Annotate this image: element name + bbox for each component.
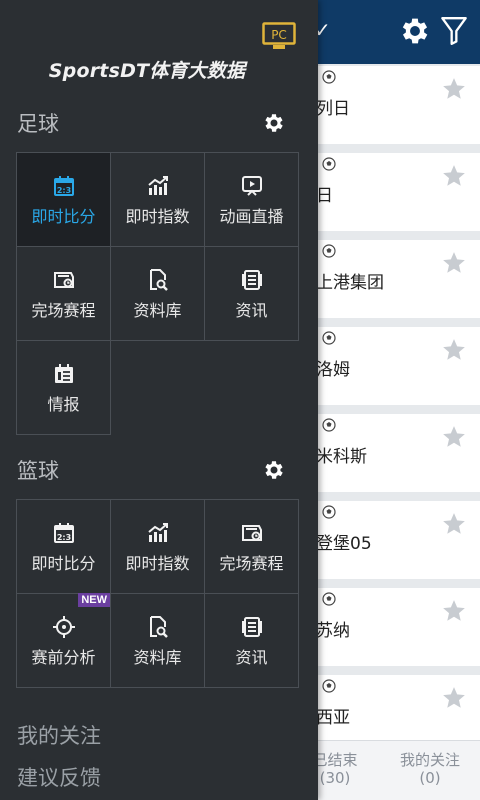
trend-chart-icon bbox=[111, 174, 204, 198]
star-icon[interactable] bbox=[441, 424, 467, 450]
news-icon bbox=[205, 615, 298, 639]
football-menu-item-label: 完场赛程 bbox=[31, 301, 96, 320]
football-menu-item-label: 即时指数 bbox=[125, 207, 190, 226]
football-settings-gear-icon[interactable] bbox=[262, 111, 286, 135]
settings-gear-icon[interactable] bbox=[398, 14, 432, 48]
trend-chart-icon bbox=[111, 521, 204, 545]
intel-icon bbox=[17, 362, 110, 386]
star-icon[interactable] bbox=[441, 598, 467, 624]
navigation-drawer: PC SportsDT体育大数据 足球 2:3 即时比分 即时指数 动画直播 完场赛程资… bbox=[0, 0, 318, 800]
basketball-menu-item-label: 赛前分析 bbox=[31, 648, 96, 667]
star-icon[interactable] bbox=[441, 163, 467, 189]
football-menu-item[interactable]: 即时指数 bbox=[110, 152, 205, 247]
basketball-menu-item[interactable]: 资料库 bbox=[110, 593, 205, 688]
tab-my-follows-count: (0) bbox=[419, 769, 441, 787]
filter-icon[interactable] bbox=[440, 14, 468, 48]
football-section-title: 足球 bbox=[17, 112, 59, 136]
news-icon bbox=[205, 268, 298, 292]
basketball-menu-item-label: 即时指数 bbox=[125, 554, 190, 573]
football-icon bbox=[322, 679, 336, 693]
football-menu-item-label: 情报 bbox=[47, 395, 80, 414]
tab-my-follows[interactable]: 我的关注 (0) bbox=[385, 751, 475, 787]
new-badge: NEW bbox=[78, 593, 110, 607]
basketball-menu-item-label: 完场赛程 bbox=[219, 554, 284, 573]
football-menu-item-label: 动画直播 bbox=[219, 207, 284, 226]
star-icon[interactable] bbox=[441, 685, 467, 711]
basketball-section-title: 篮球 bbox=[17, 459, 59, 483]
team-name: 日 bbox=[316, 186, 333, 206]
svg-text:2:3: 2:3 bbox=[56, 533, 70, 542]
team-name: 苏纳 bbox=[316, 621, 350, 641]
team-name: 登堡05 bbox=[316, 534, 372, 554]
football-menu-item-label: 资料库 bbox=[133, 301, 182, 320]
database-search-icon bbox=[111, 615, 204, 639]
basketball-menu-item[interactable]: 资讯 bbox=[204, 593, 299, 688]
basketball-settings-gear-icon[interactable] bbox=[262, 458, 286, 482]
tab-my-follows-label: 我的关注 bbox=[399, 751, 460, 769]
team-name: 上港集团 bbox=[316, 273, 384, 293]
my-follows-link[interactable]: 我的关注 bbox=[17, 720, 101, 750]
star-icon[interactable] bbox=[441, 511, 467, 537]
football-menu-item-label: 即时比分 bbox=[31, 207, 96, 226]
star-icon[interactable] bbox=[441, 250, 467, 276]
basketball-menu-item[interactable]: 赛前分析 NEW bbox=[16, 593, 111, 688]
basketball-menu-item[interactable]: 完场赛程 bbox=[204, 499, 299, 594]
basketball-menu-item-label: 资讯 bbox=[235, 648, 268, 667]
animation-live-icon bbox=[205, 174, 298, 198]
football-icon bbox=[322, 157, 336, 171]
football-icon bbox=[322, 331, 336, 345]
football-menu-item-label: 资讯 bbox=[235, 301, 268, 320]
football-icon bbox=[322, 592, 336, 606]
basketball-menu-item[interactable]: 2:3 即时比分 bbox=[16, 499, 111, 594]
football-menu-item[interactable]: 资料库 bbox=[110, 246, 205, 341]
team-name: 洛姆 bbox=[316, 360, 350, 380]
team-name: 米科斯 bbox=[316, 447, 367, 467]
basketball-menu-item[interactable]: 即时指数 bbox=[110, 499, 205, 594]
star-icon[interactable] bbox=[441, 337, 467, 363]
football-icon bbox=[322, 70, 336, 84]
football-icon bbox=[322, 418, 336, 432]
star-icon[interactable] bbox=[441, 76, 467, 102]
football-menu-item[interactable]: 资讯 bbox=[204, 246, 299, 341]
pc-badge-text: PC bbox=[271, 28, 287, 42]
pc-version-button[interactable]: PC bbox=[262, 22, 296, 52]
schedule-icon bbox=[17, 268, 110, 292]
live-score-icon: 2:3 bbox=[17, 174, 110, 198]
football-menu-item[interactable]: 2:3 即时比分 bbox=[16, 152, 111, 247]
team-name: 列日 bbox=[316, 99, 350, 119]
basketball-menu-item-label: 资料库 bbox=[133, 648, 182, 667]
database-search-icon bbox=[111, 268, 204, 292]
football-icon bbox=[322, 505, 336, 519]
basketball-menu-item-label: 即时比分 bbox=[31, 554, 96, 573]
football-menu-item[interactable]: 情报 bbox=[16, 340, 111, 435]
live-score-icon: 2:3 bbox=[17, 521, 110, 545]
svg-text:2:3: 2:3 bbox=[56, 186, 70, 195]
team-name: 西亚 bbox=[316, 708, 350, 728]
football-menu-item[interactable]: 完场赛程 bbox=[16, 246, 111, 341]
target-icon bbox=[17, 615, 110, 639]
football-menu-item[interactable]: 动画直播 bbox=[204, 152, 299, 247]
feedback-link[interactable]: 建议反馈 bbox=[17, 762, 101, 792]
football-icon bbox=[322, 244, 336, 258]
app-title: SportsDT体育大数据 bbox=[48, 60, 246, 82]
schedule-icon bbox=[205, 521, 298, 545]
